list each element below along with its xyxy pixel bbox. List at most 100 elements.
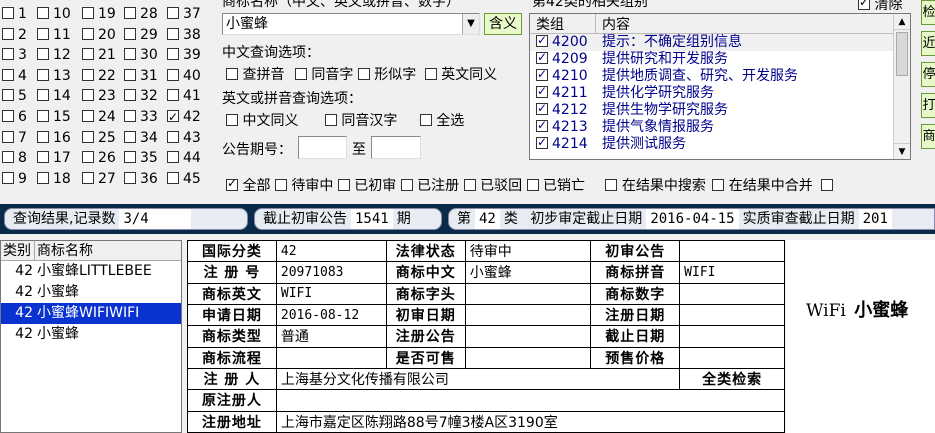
group-checkbox[interactable] bbox=[536, 100, 548, 117]
class-checkbox-22[interactable]: 22 bbox=[82, 66, 116, 87]
class-checkbox-15[interactable]: 15 bbox=[37, 107, 71, 128]
class-checkbox-43[interactable]: 43 bbox=[167, 128, 201, 149]
class-checkbox-26[interactable]: 26 bbox=[82, 148, 116, 169]
class-checkbox-18[interactable]: 18 bbox=[37, 169, 71, 190]
checkbox-box[interactable] bbox=[37, 89, 49, 102]
group-row[interactable]: 4211 提供化学研究服务 bbox=[530, 83, 910, 102]
checkbox-box[interactable] bbox=[124, 171, 136, 184]
scroll-thumb[interactable] bbox=[896, 32, 908, 76]
group-checkbox[interactable] bbox=[536, 117, 548, 134]
right-button-5[interactable]: 商 bbox=[921, 124, 935, 149]
scroll-up-icon[interactable]: ▲ bbox=[894, 14, 910, 30]
results-col-class[interactable]: 类别 bbox=[1, 241, 35, 260]
group-row[interactable]: 4200 提示：不确定组别信息 bbox=[530, 32, 910, 51]
right-button-4[interactable]: 打 bbox=[921, 93, 935, 118]
class-checkbox-40[interactable]: 40 bbox=[167, 66, 201, 87]
group-checkbox[interactable] bbox=[536, 134, 548, 151]
checkbox-box[interactable] bbox=[167, 151, 179, 164]
checkbox-box[interactable] bbox=[167, 171, 179, 184]
filter-registered[interactable]: 已注册 bbox=[400, 178, 459, 194]
checkbox-box[interactable] bbox=[2, 68, 14, 81]
checkbox-box[interactable] bbox=[124, 68, 136, 81]
class-checkbox-20[interactable]: 20 bbox=[82, 25, 116, 46]
group-checkbox[interactable] bbox=[536, 83, 548, 100]
cn-option-homophone[interactable]: 同音字 bbox=[294, 67, 353, 83]
class-checkbox-11[interactable]: 11 bbox=[37, 25, 71, 46]
filter-prelim[interactable]: 已初审 bbox=[337, 178, 396, 194]
checkbox-box[interactable] bbox=[82, 89, 94, 102]
checkbox-box[interactable] bbox=[167, 107, 179, 128]
class-checkbox-44[interactable]: 44 bbox=[167, 148, 201, 169]
class-checkbox-42[interactable]: 42 bbox=[167, 107, 201, 128]
filter-pending[interactable]: 待审中 bbox=[274, 178, 333, 194]
class-checkbox-33[interactable]: 33 bbox=[124, 107, 158, 128]
group-checkbox[interactable] bbox=[536, 66, 548, 83]
checkbox-box[interactable] bbox=[37, 171, 49, 184]
checkbox-box[interactable] bbox=[82, 130, 94, 143]
group-row[interactable]: 4213 提供气象情报服务 bbox=[530, 117, 910, 136]
checkbox-box[interactable] bbox=[2, 151, 14, 164]
col-group-header[interactable]: 类组 bbox=[530, 14, 596, 33]
checkbox-box[interactable] bbox=[124, 89, 136, 102]
class-checkbox-27[interactable]: 27 bbox=[82, 169, 116, 190]
result-row[interactable]: 42 小蜜蜂 bbox=[1, 282, 181, 303]
group-row[interactable]: 4212 提供生物学研究服务 bbox=[530, 100, 910, 119]
class-checkbox-36[interactable]: 36 bbox=[124, 169, 158, 190]
checkbox-box[interactable] bbox=[37, 68, 49, 81]
class-checkbox-17[interactable]: 17 bbox=[37, 148, 71, 169]
cn-option-shape[interactable]: 形似字 bbox=[357, 67, 416, 83]
class-checkbox-12[interactable]: 12 bbox=[37, 45, 71, 66]
checkbox-box[interactable] bbox=[82, 171, 94, 184]
checkbox-box[interactable] bbox=[167, 27, 179, 40]
checkbox-box[interactable] bbox=[124, 151, 136, 164]
checkbox-box[interactable] bbox=[124, 27, 136, 40]
class-checkbox-28[interactable]: 28 bbox=[124, 4, 158, 25]
checkbox-box[interactable] bbox=[37, 130, 49, 143]
filter-lapsed[interactable]: 已销亡 bbox=[526, 178, 585, 194]
checkbox-box[interactable] bbox=[124, 48, 136, 61]
class-checkbox-1[interactable]: 1 bbox=[2, 4, 27, 25]
checkbox-box[interactable] bbox=[37, 151, 49, 164]
class-checkbox-4[interactable]: 4 bbox=[2, 66, 27, 87]
result-row[interactable]: 42 小蜜蜂LITTLEBEE bbox=[1, 261, 181, 282]
class-checkbox-21[interactable]: 21 bbox=[82, 45, 116, 66]
checkbox-box[interactable] bbox=[2, 89, 14, 102]
results-list[interactable]: 类别 商标名称 42 小蜜蜂LITTLEBEE 42 小蜜蜂 42 小蜜蜂WIFIWIFI… bbox=[0, 240, 182, 433]
class-checkbox-35[interactable]: 35 bbox=[124, 148, 158, 169]
class-checkbox-2[interactable]: 2 bbox=[2, 25, 27, 46]
period-from-input[interactable] bbox=[298, 136, 347, 159]
checkbox-box[interactable] bbox=[37, 48, 49, 61]
class-checkbox-14[interactable]: 14 bbox=[37, 86, 71, 107]
checkbox-box[interactable] bbox=[124, 130, 136, 143]
class-checkbox-3[interactable]: 3 bbox=[2, 45, 27, 66]
right-button-1[interactable]: 检 bbox=[921, 0, 935, 25]
filter-all[interactable]: 全部 bbox=[226, 176, 270, 194]
class-checkbox-37[interactable]: 37 bbox=[167, 4, 201, 25]
period-to-input[interactable] bbox=[371, 136, 421, 159]
class-checkbox-38[interactable]: 38 bbox=[167, 25, 201, 46]
class-checkbox-6[interactable]: 6 bbox=[2, 107, 27, 128]
col-content-header[interactable]: 内容 bbox=[596, 14, 630, 33]
checkbox-box[interactable] bbox=[2, 171, 14, 184]
checkbox-box[interactable] bbox=[2, 110, 14, 122]
right-button-2[interactable]: 近 bbox=[921, 31, 935, 56]
filter-rejected[interactable]: 已驳回 bbox=[463, 178, 522, 194]
result-row[interactable]: 42 小蜜蜂 bbox=[1, 324, 181, 345]
group-checkbox[interactable] bbox=[536, 49, 548, 66]
class-checkbox-39[interactable]: 39 bbox=[167, 45, 201, 66]
en-option-cn-synonym[interactable]: 中文同义 bbox=[226, 113, 298, 129]
checkbox-box[interactable] bbox=[167, 89, 179, 102]
checkbox-box[interactable] bbox=[124, 110, 136, 122]
checkbox-box[interactable] bbox=[37, 27, 49, 40]
class-checkbox-34[interactable]: 34 bbox=[124, 128, 158, 149]
result-row[interactable]: 42 小蜜蜂WIFIWIFI bbox=[1, 303, 181, 324]
include-meaning-button[interactable]: 含义 bbox=[484, 13, 522, 35]
checkbox-box[interactable] bbox=[2, 48, 14, 61]
en-option-select-all[interactable]: 全选 bbox=[419, 113, 464, 129]
group-checkbox[interactable] bbox=[536, 32, 548, 49]
class-checkbox-32[interactable]: 32 bbox=[124, 86, 158, 107]
checkbox-box[interactable] bbox=[37, 110, 49, 122]
checkbox-box[interactable] bbox=[82, 110, 94, 122]
checkbox-box[interactable] bbox=[2, 130, 14, 143]
filter-extra-checkbox[interactable] bbox=[821, 178, 834, 194]
